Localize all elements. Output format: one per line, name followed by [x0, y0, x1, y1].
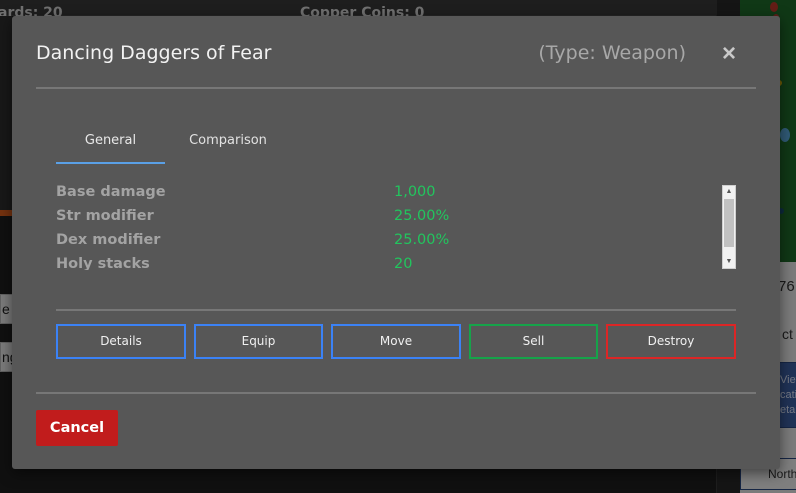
modal-title: Dancing Daggers of Fear	[36, 42, 272, 64]
close-icon[interactable]: ×	[718, 41, 740, 67]
action-buttons: Details Equip Move Sell Destroy	[56, 324, 736, 359]
move-button[interactable]: Move	[331, 324, 461, 359]
stat-value: 25.00%	[394, 232, 450, 248]
stat-row: Holy stacks 20	[56, 256, 676, 270]
stat-row: Str modifier 25.00%	[56, 208, 676, 232]
scroll-up-arrow-icon[interactable]: ▲	[723, 186, 735, 198]
scrollbar-thumb[interactable]	[724, 199, 734, 247]
stat-row: Base damage 1,000	[56, 184, 676, 208]
item-details-modal: Dancing Daggers of Fear (Type: Weapon) ×…	[12, 16, 780, 469]
stats-scrollbar[interactable]: ▲ ▼	[722, 185, 736, 269]
stat-value: 25.00%	[394, 208, 450, 224]
tab-comparison[interactable]: Comparison	[173, 126, 283, 164]
stat-label: Base damage	[56, 184, 166, 200]
cancel-button[interactable]: Cancel	[36, 410, 118, 446]
stat-value: 20	[394, 256, 413, 270]
header-divider	[36, 87, 756, 89]
sell-button[interactable]: Sell	[469, 324, 598, 359]
stat-label: Holy stacks	[56, 256, 150, 270]
tab-general[interactable]: General	[56, 126, 165, 164]
scroll-down-arrow-icon[interactable]: ▼	[723, 256, 735, 268]
stat-label: Dex modifier	[56, 232, 161, 248]
stats-divider	[56, 309, 736, 311]
stat-row: Dex modifier 25.00%	[56, 232, 676, 256]
item-type-label: (Type: Weapon)	[538, 42, 686, 64]
destroy-button[interactable]: Destroy	[606, 324, 736, 359]
equip-button[interactable]: Equip	[194, 324, 323, 359]
details-button[interactable]: Details	[56, 324, 186, 359]
stat-label: Str modifier	[56, 208, 154, 224]
stat-value: 1,000	[394, 184, 436, 200]
stats-list[interactable]: Base damage 1,000 Str modifier 25.00% De…	[56, 184, 676, 270]
footer-divider	[36, 392, 756, 394]
